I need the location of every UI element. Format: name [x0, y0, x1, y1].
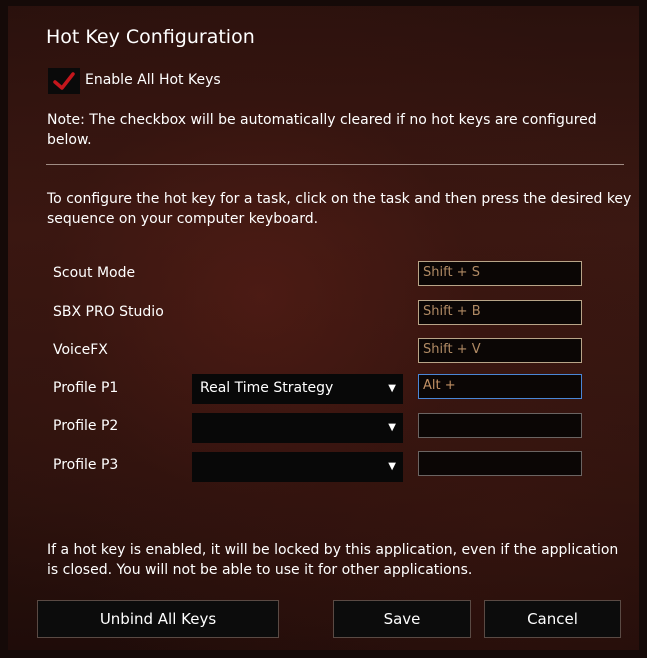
window-frame: Hot Key Configuration Enable All Hot Key…: [0, 0, 647, 658]
cancel-button[interactable]: Cancel: [484, 600, 621, 638]
lock-warning-text: If a hot key is enabled, it will be lock…: [47, 542, 619, 578]
task-label-voicefx[interactable]: VoiceFX: [53, 342, 108, 358]
note-text: Note: The checkbox will be automatically…: [47, 112, 597, 148]
task-label-scout-mode[interactable]: Scout Mode: [53, 265, 135, 281]
hotkey-field-voicefx[interactable]: Shift + V: [418, 338, 582, 363]
task-label-sbx-pro-studio[interactable]: SBX PRO Studio: [53, 304, 164, 320]
divider: [46, 164, 624, 165]
task-label-profile-p2[interactable]: Profile P2: [53, 418, 118, 434]
enable-all-hot-keys-label[interactable]: Enable All Hot Keys: [85, 72, 221, 88]
instructions-text: To configure the hot key for a task, cli…: [47, 191, 632, 227]
save-button[interactable]: Save: [333, 600, 471, 638]
enable-all-hot-keys-checkbox[interactable]: [48, 68, 80, 94]
profile-p2-select[interactable]: ▼: [192, 413, 403, 443]
dialog-title: Hot Key Configuration: [46, 26, 255, 48]
task-label-profile-p3[interactable]: Profile P3: [53, 457, 118, 473]
profile-p1-select[interactable]: Real Time Strategy ▼: [192, 374, 403, 404]
hotkey-field-profile-p1[interactable]: Alt +: [418, 374, 582, 399]
hot-key-configuration-dialog: Hot Key Configuration Enable All Hot Key…: [8, 6, 639, 650]
hotkey-field-profile-p2[interactable]: [418, 413, 582, 438]
chevron-down-icon: ▼: [388, 383, 396, 394]
check-icon: [53, 72, 75, 90]
chevron-down-icon: ▼: [388, 461, 396, 472]
chevron-down-icon: ▼: [388, 422, 396, 433]
hotkey-field-sbx-pro-studio[interactable]: Shift + B: [418, 300, 582, 325]
profile-p1-selected-value: Real Time Strategy: [200, 380, 334, 396]
hotkey-field-profile-p3[interactable]: [418, 451, 582, 476]
unbind-all-keys-button[interactable]: Unbind All Keys: [37, 600, 279, 638]
task-label-profile-p1[interactable]: Profile P1: [53, 380, 118, 396]
profile-p3-select[interactable]: ▼: [192, 452, 403, 482]
hotkey-field-scout-mode[interactable]: Shift + S: [418, 261, 582, 286]
